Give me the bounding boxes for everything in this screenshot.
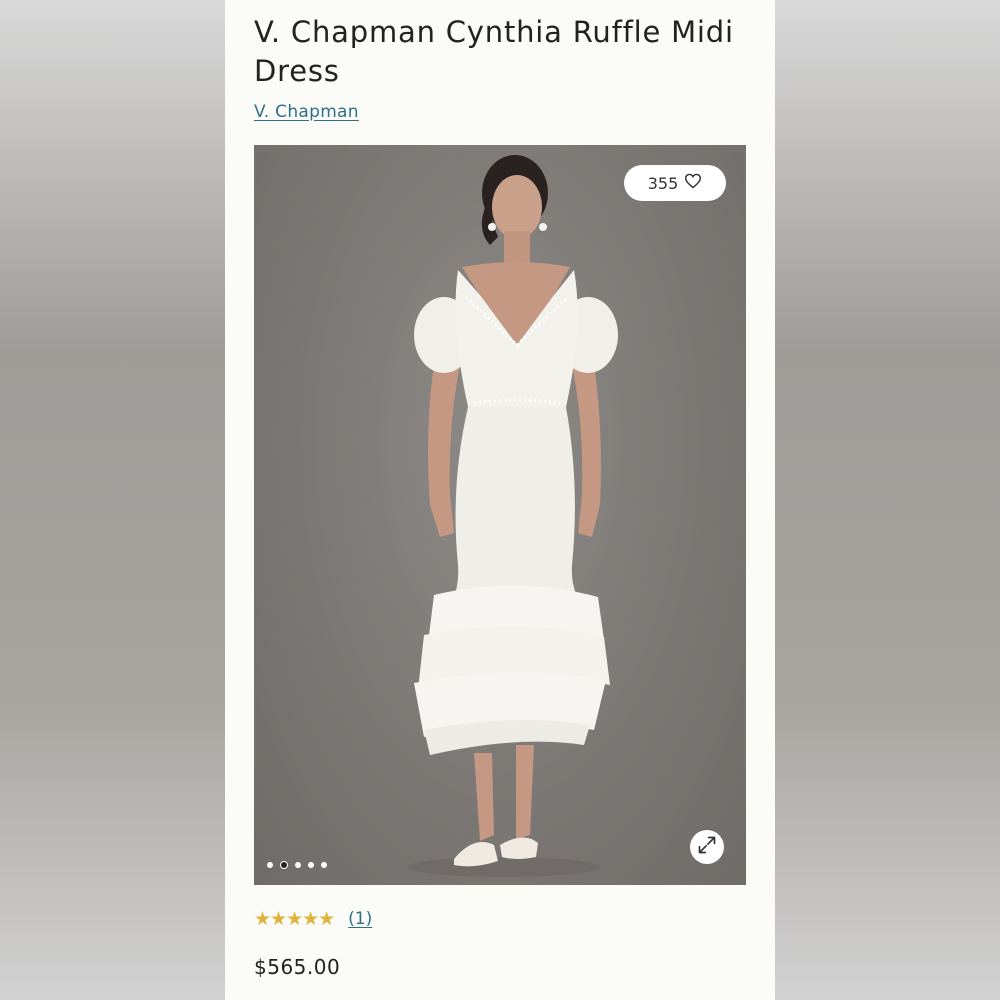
gallery-pagination [267, 861, 327, 869]
brand-link[interactable]: V. Chapman [254, 102, 359, 122]
heart-icon [684, 173, 702, 193]
gallery-dot-active[interactable] [280, 861, 288, 869]
like-button[interactable]: 355 [624, 165, 726, 201]
gallery-dot[interactable] [308, 862, 314, 868]
like-count: 355 [647, 173, 679, 193]
right-backdrop [775, 0, 1000, 1000]
rating-row: ★★★★★ (1) [254, 908, 372, 930]
gallery-dot[interactable] [295, 862, 301, 868]
product-title: V. Chapman Cynthia Ruffle Midi Dress [254, 15, 734, 88]
product-price: $565.00 [254, 955, 341, 979]
product-image[interactable]: 355 [254, 145, 746, 885]
product-panel: V. Chapman Cynthia Ruffle Midi Dress V. … [225, 0, 775, 1000]
gallery-dot[interactable] [267, 862, 273, 868]
star-rating: ★★★★★ [254, 908, 335, 930]
expand-image-button[interactable] [690, 830, 724, 864]
left-backdrop [0, 0, 225, 1000]
gallery-dot[interactable] [321, 862, 327, 868]
model-figure-illustration [409, 155, 618, 877]
expand-icon [697, 835, 717, 860]
review-count-link[interactable]: (1) [348, 909, 372, 929]
